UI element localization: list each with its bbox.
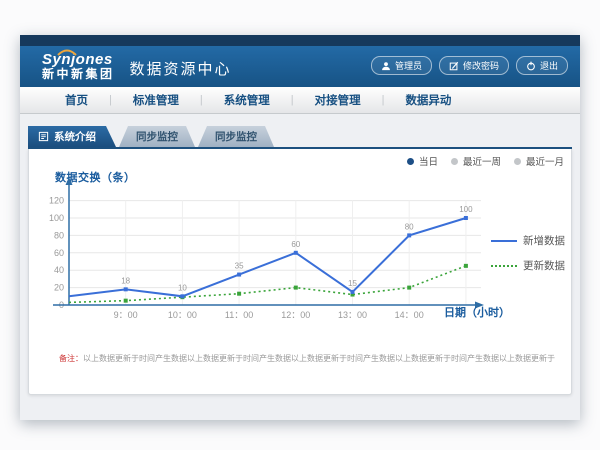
chart-panel: 当日 最近一周 最近一月 数据交换（条） 0204060801001209：00… <box>28 149 572 395</box>
svg-text:80: 80 <box>54 230 64 240</box>
page-title: 数据资源中心 <box>130 58 232 79</box>
svg-text:9：00: 9：00 <box>114 310 138 320</box>
svg-text:10：00: 10：00 <box>168 310 197 320</box>
footnote-text: 以上数据更新于时间产生数据以上数据更新于时间产生数据以上数据更新于时间产生数据以… <box>83 354 555 363</box>
svg-text:11：00: 11：00 <box>225 310 253 320</box>
svg-text:10: 10 <box>178 283 187 292</box>
radio-selected-dot <box>407 158 414 165</box>
radio-today[interactable]: 当日 <box>407 154 438 168</box>
logo-text: Synjones <box>42 52 115 68</box>
legend-item-new-data: 新增数据 <box>491 233 565 248</box>
svg-text:15: 15 <box>348 279 357 288</box>
content-area: 系统介绍 同步监控 同步监控 当日 最近一周 <box>20 114 580 420</box>
tab-sync-monitor-2[interactable]: 同步监控 <box>198 126 274 147</box>
radio-dot <box>451 158 458 165</box>
legend-label: 更新数据 <box>523 258 565 273</box>
radio-label: 当日 <box>419 154 438 168</box>
change-password-button[interactable]: 修改密码 <box>439 56 509 75</box>
legend-label: 新增数据 <box>523 233 565 248</box>
tab-label: 同步监控 <box>136 129 178 144</box>
logout-label: 退出 <box>540 59 558 72</box>
nav-item-system-mgmt[interactable]: 系统管理 <box>203 92 291 108</box>
nav-item-standard-mgmt[interactable]: 标准管理 <box>112 92 200 108</box>
header-actions: 管理员 修改密码 退出 <box>371 56 568 75</box>
change-password-label: 修改密码 <box>463 59 499 72</box>
admin-user-label: 管理员 <box>395 59 422 72</box>
radio-last-week[interactable]: 最近一周 <box>451 154 501 168</box>
svg-text:120: 120 <box>49 196 64 206</box>
green-dotted-sample-icon <box>491 265 517 267</box>
top-strip <box>20 35 580 46</box>
main-nav: 首页| 标准管理| 系统管理| 对接管理| 数据异动 <box>20 87 580 114</box>
svg-text:12：00: 12：00 <box>281 310 310 320</box>
power-icon <box>526 61 536 71</box>
nav-item-home[interactable]: 首页 <box>44 92 109 108</box>
time-range-filter: 当日 最近一周 最近一月 <box>407 154 564 168</box>
edit-icon <box>449 61 459 71</box>
admin-user-button[interactable]: 管理员 <box>371 56 432 75</box>
legend-item-updated-data: 更新数据 <box>491 258 565 273</box>
nav-item-data-change[interactable]: 数据异动 <box>384 92 472 108</box>
logo-swoosh-icon <box>56 48 78 56</box>
svg-text:20: 20 <box>54 283 64 293</box>
radio-dot <box>514 158 521 165</box>
radio-last-month[interactable]: 最近一月 <box>514 154 564 168</box>
tab-label: 同步监控 <box>215 129 257 144</box>
svg-text:60: 60 <box>54 248 64 258</box>
x-axis-title: 日期（小时） <box>444 304 510 320</box>
tab-bar: 系统介绍 同步监控 同步监控 <box>28 126 277 147</box>
svg-text:60: 60 <box>291 240 300 249</box>
logout-button[interactable]: 退出 <box>516 56 568 75</box>
svg-text:40: 40 <box>54 265 64 275</box>
chart-legend: 新增数据 更新数据 <box>491 233 565 283</box>
svg-text:100: 100 <box>49 213 64 223</box>
footnote: 备注：以上数据更新于时间产生数据以上数据更新于时间产生数据以上数据更新于时间产生… <box>59 353 555 364</box>
user-icon <box>381 61 391 71</box>
tab-sync-monitor-1[interactable]: 同步监控 <box>119 126 195 147</box>
app-header: Synjones 新中新集团 数据资源中心 管理员 修改密码 退出 <box>20 46 580 87</box>
nav-item-interface-mgmt[interactable]: 对接管理 <box>294 92 382 108</box>
svg-text:18: 18 <box>121 276 130 285</box>
logo-subtext: 新中新集团 <box>42 68 115 81</box>
svg-text:14：00: 14：00 <box>395 310 424 320</box>
tab-system-intro[interactable]: 系统介绍 <box>28 126 116 147</box>
svg-text:35: 35 <box>235 262 244 271</box>
radio-label: 最近一周 <box>463 154 501 168</box>
app-window: Synjones 新中新集团 数据资源中心 管理员 修改密码 退出 首页| 标准… <box>20 35 580 420</box>
blue-line-sample-icon <box>491 240 517 242</box>
svg-text:13：00: 13：00 <box>338 310 367 320</box>
svg-text:80: 80 <box>405 222 414 231</box>
svg-text:100: 100 <box>459 205 473 214</box>
radio-label: 最近一月 <box>526 154 564 168</box>
line-chart: 0204060801001209：0010：0011：0012：0013：001… <box>41 168 491 320</box>
brand-logo[interactable]: Synjones 新中新集团 <box>42 52 115 80</box>
footnote-prefix: 备注： <box>59 354 83 363</box>
document-icon <box>38 131 49 142</box>
tab-label: 系统介绍 <box>54 129 96 144</box>
